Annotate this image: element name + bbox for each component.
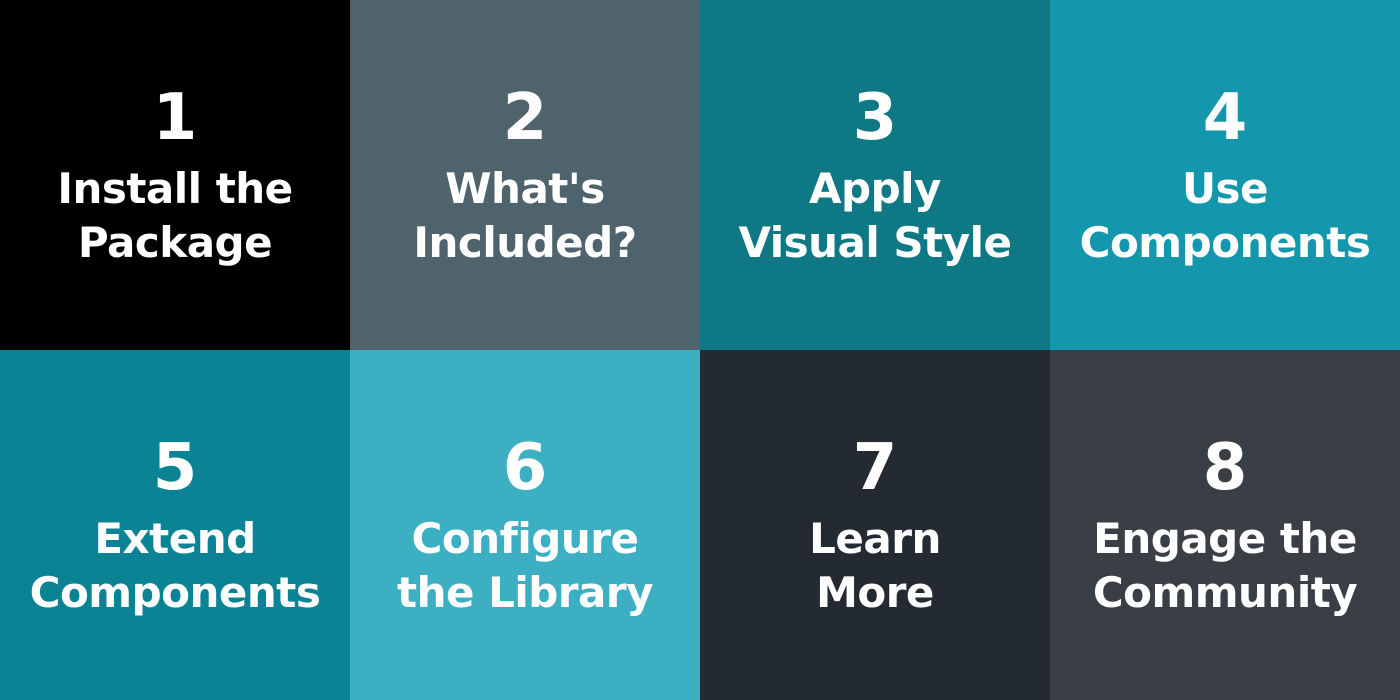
step-label-line: Learn xyxy=(809,514,941,563)
step-tile-learn-more[interactable]: 7 Learn More xyxy=(700,350,1050,700)
step-number: 7 xyxy=(852,431,898,505)
step-label: Use Components xyxy=(1060,162,1390,270)
step-tile-whats-included[interactable]: 2 What's Included? xyxy=(350,0,700,350)
step-label-line: the Library xyxy=(397,568,653,617)
step-label-line: More xyxy=(816,568,934,617)
step-tile-install[interactable]: 1 Install the Package xyxy=(0,0,350,350)
step-label-line: Use xyxy=(1181,164,1269,213)
step-number: 3 xyxy=(852,81,898,155)
step-label-line: Install the xyxy=(57,164,293,213)
step-label-line: Components xyxy=(29,568,321,617)
step-tile-use-components[interactable]: 4 Use Components xyxy=(1050,0,1400,350)
step-label: Configure the Library xyxy=(360,512,690,620)
step-label: Apply Visual Style xyxy=(710,162,1040,270)
step-label-line: Extend xyxy=(94,514,256,563)
step-label-line: Configure xyxy=(411,514,639,563)
step-label-line: Apply xyxy=(809,164,941,213)
step-number: 1 xyxy=(152,81,198,155)
steps-grid: 1 Install the Package 2 What's Included?… xyxy=(0,0,1400,700)
step-label: Engage the Community xyxy=(1060,512,1390,620)
step-tile-visual-style[interactable]: 3 Apply Visual Style xyxy=(700,0,1050,350)
step-label-line: Community xyxy=(1092,568,1358,617)
step-label: What's Included? xyxy=(360,162,690,270)
step-tile-configure-library[interactable]: 6 Configure the Library xyxy=(350,350,700,700)
step-tile-extend-components[interactable]: 5 Extend Components xyxy=(0,350,350,700)
step-label-line: Components xyxy=(1079,218,1371,267)
step-label-line: Included? xyxy=(413,218,637,267)
step-label: Install the Package xyxy=(10,162,340,270)
step-number: 6 xyxy=(502,431,548,505)
step-tile-engage-community[interactable]: 8 Engage the Community xyxy=(1050,350,1400,700)
step-number: 5 xyxy=(152,431,198,505)
step-label: Learn More xyxy=(710,512,1040,620)
step-label-line: Visual Style xyxy=(738,218,1012,267)
step-number: 2 xyxy=(502,81,548,155)
step-number: 4 xyxy=(1202,81,1248,155)
step-label-line: Engage the xyxy=(1093,514,1357,563)
step-label-line: Package xyxy=(77,218,273,267)
step-number: 8 xyxy=(1202,431,1248,505)
step-label: Extend Components xyxy=(10,512,340,620)
step-label-line: What's xyxy=(445,164,605,213)
